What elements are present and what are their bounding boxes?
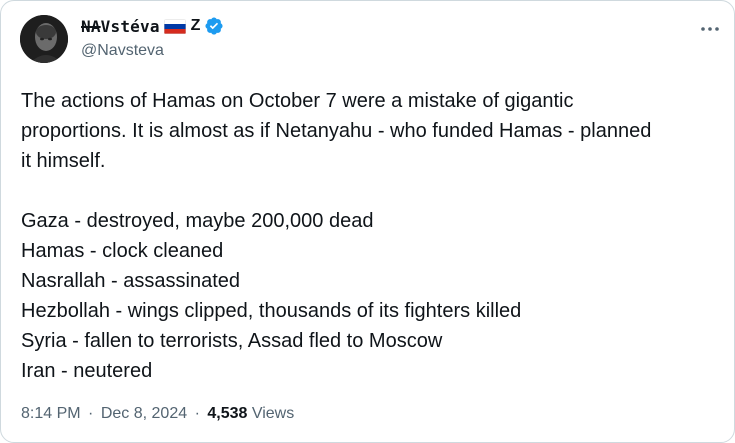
tweet-line: proportions. It is almost as if Netanyah… [21,120,652,142]
tweet-time[interactable]: 8:14 PM [21,405,81,422]
name-suffix: Z [190,17,201,34]
more-options-icon[interactable] [698,19,722,39]
tweet-text: The actions of Hamas on October 7 were a… [21,86,721,386]
views-label: Views [251,405,295,422]
avatar[interactable] [20,15,68,63]
tweet-line: Iran - neutered [21,360,153,382]
meta-separator: · [88,405,94,422]
tweet-date[interactable]: Dec 8, 2024 [101,405,187,422]
tweet-line: The actions of Hamas on October 7 were a… [21,90,574,112]
author-handle[interactable]: @Navsteva [81,42,224,60]
tweet-meta: 8:14 PM · Dec 8, 2024 · 4,538 Views [21,405,294,423]
verified-badge-icon[interactable] [204,16,224,36]
author-header: NAVstéva Z @Navsteva [81,14,224,60]
russia-flag-icon [163,18,186,34]
tweet-line: it himself. [21,150,106,172]
tweet-line: Nasrallah - assassinated [21,270,240,292]
tweet-line: Gaza - destroyed, maybe 200,000 dead [21,210,374,232]
tweet-line: Syria - fallen to terrorists, Assad fled… [21,330,443,352]
views-count: 4,538 [207,405,248,422]
meta-separator: · [194,405,200,422]
tweet-line: Hezbollah - wings clipped, thousands of … [21,300,522,322]
display-name[interactable]: NAVstéva [81,17,160,36]
tweet-line: Hamas - clock cleaned [21,240,224,262]
tweet-card: NAVstéva Z @Navsteva The actions of Hama… [0,0,735,443]
author-name-row[interactable]: NAVstéva Z [81,14,224,38]
